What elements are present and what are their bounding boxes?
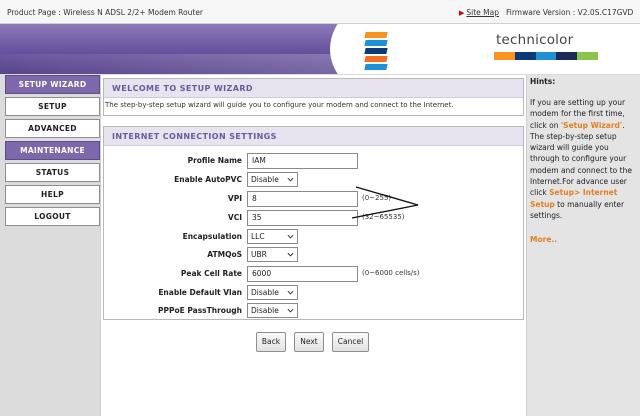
left-nav: SETUP WIZARD SETUP ADVANCED MAINTENANCE … [5,75,100,229]
internet-settings-panel: INTERNET CONNECTION SETTINGS Profile Nam… [103,126,524,320]
chevron-down-icon [287,252,294,257]
site-map-link[interactable]: ▶ Site Map [459,8,499,17]
wizard-buttons: Back Next Cancel [256,332,369,352]
product-page-label: Product Page : Wireless N ADSL 2/2+ Mode… [7,8,204,17]
vci-input[interactable]: 35 [247,210,358,226]
site-map-label: Site Map [466,8,500,17]
encapsulation-value: LLC [251,232,265,241]
hints-panel: Hints: If you are setting up your modem … [526,75,640,416]
autopvc-select[interactable]: Disable [247,172,298,187]
banner-stripes-graphic [364,32,388,72]
row-default-vlan: Enable Default Vlan Disable [104,285,525,301]
autopvc-value: Disable [251,175,279,184]
chevron-down-icon [287,290,294,295]
peak-cell-rate-hint: (0~6000 cells/s) [362,269,420,277]
atmqos-select[interactable]: UBR [247,247,298,262]
profile-name-label: Profile Name [187,156,242,165]
nav-setup-wizard[interactable]: SETUP WIZARD [5,75,100,94]
nav-help[interactable]: HELP [5,185,100,204]
nav-status[interactable]: STATUS [5,163,100,182]
hints-title: Hints: [530,77,556,86]
pppoe-passthrough-label: PPPoE PassThrough [157,306,242,315]
row-pppoe-passthrough: PPPoE PassThrough Disable [104,303,525,319]
welcome-panel: WELCOME TO SETUP WIZARD The step-by-step… [103,78,524,116]
atmqos-value: UBR [251,250,267,259]
row-vci: VCI 35 (32~65535) [104,210,525,226]
encapsulation-select[interactable]: LLC [247,229,298,244]
setup-wizard-hint-link[interactable]: 'Setup Wizard' [561,121,622,130]
encapsulation-label: Encapsulation [182,232,242,241]
peak-cell-rate-input[interactable]: 6000 [247,266,358,282]
profile-name-input[interactable]: IAM [247,153,358,169]
more-link[interactable]: More.. [530,235,557,244]
technicolor-logo: technicolor [496,32,574,48]
internet-settings-title: INTERNET CONNECTION SETTINGS [104,127,523,146]
top-bar: Product Page : Wireless N ADSL 2/2+ Mode… [0,0,640,24]
row-profile-name: Profile Name IAM [104,153,525,169]
nav-logout[interactable]: LOGOUT [5,207,100,226]
arrow-right-icon: ▶ [459,9,465,17]
welcome-description: The step-by-step setup wizard will guide… [105,101,454,109]
row-encapsulation: Encapsulation LLC [104,229,525,245]
default-vlan-value: Disable [251,288,279,297]
vpi-label: VPI [227,194,242,203]
vci-label: VCI [227,213,242,222]
atmqos-label: ATMQoS [207,250,242,259]
next-button[interactable]: Next [294,332,324,352]
row-atmqos: ATMQoS UBR [104,247,525,263]
autopvc-label: Enable AutoPVC [174,175,242,184]
header-banner: technicolor [0,24,640,74]
row-vpi: VPI 8 (0~255) [104,191,525,207]
peak-cell-rate-label: Peak Cell Rate [180,269,242,278]
nav-maintenance[interactable]: MAINTENANCE [5,141,100,160]
welcome-title: WELCOME TO SETUP WIZARD [104,79,523,98]
vpi-range-hint: (0~255) [362,194,392,202]
nav-advanced[interactable]: ADVANCED [5,119,100,138]
cancel-button[interactable]: Cancel [332,332,369,352]
hints-text-part2: . The step-by-step setup wizard will gui… [530,120,632,198]
hints-text: If you are setting up your modem for the… [530,97,638,221]
vpi-input[interactable]: 8 [247,191,358,207]
chevron-down-icon [287,234,294,239]
banner-curve [330,24,470,74]
back-button[interactable]: Back [256,332,286,352]
chevron-down-icon [287,308,294,313]
default-vlan-select[interactable]: Disable [247,285,298,300]
pppoe-passthrough-select[interactable]: Disable [247,303,298,318]
main-content: WELCOME TO SETUP WIZARD The step-by-step… [100,75,526,416]
row-autopvc: Enable AutoPVC Disable [104,172,525,188]
vci-range-hint: (32~65535) [362,213,405,221]
nav-setup[interactable]: SETUP [5,97,100,116]
pppoe-passthrough-value: Disable [251,306,279,315]
firmware-version: Firmware Version : V2.0S.C17GVD [506,8,634,17]
technicolor-logo-bar [494,52,598,60]
chevron-down-icon [287,177,294,182]
row-peak-cell-rate: Peak Cell Rate 6000 (0~6000 cells/s) [104,266,525,282]
default-vlan-label: Enable Default Vlan [158,288,242,297]
